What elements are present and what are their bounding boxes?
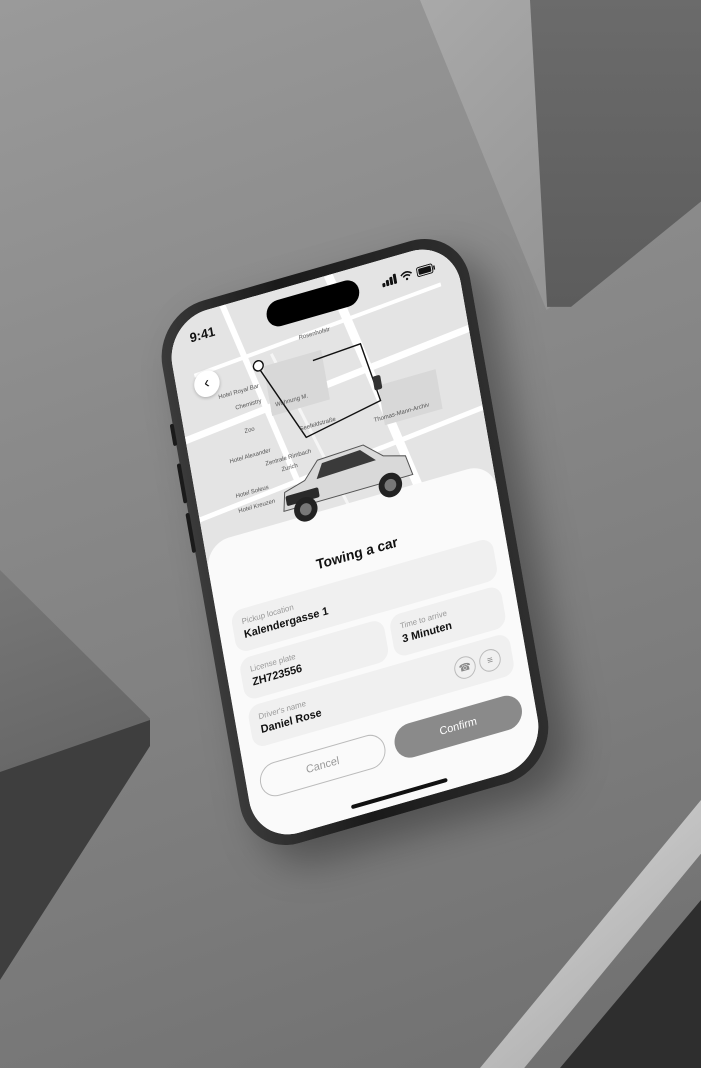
phone-volume-up [176, 463, 188, 504]
phone-volume-down [185, 512, 197, 554]
signal-icon [381, 273, 398, 288]
battery-icon [416, 263, 436, 277]
background-block-top-side [530, 0, 701, 307]
phone-action-button [169, 423, 178, 447]
phone-screen: 9:41 ‹ Rosenhofstr Hotel Royal Bar Chemi… [164, 239, 546, 845]
chat-icon: ≡ [486, 654, 494, 667]
phone-mockup: 9:41 ‹ Rosenhofstr Hotel Royal Bar Chemi… [153, 226, 557, 858]
home-indicator[interactable] [350, 777, 448, 810]
wifi-icon [400, 270, 412, 281]
back-arrow-icon: ‹ [202, 374, 211, 393]
phone-icon: ☎ [458, 660, 472, 675]
